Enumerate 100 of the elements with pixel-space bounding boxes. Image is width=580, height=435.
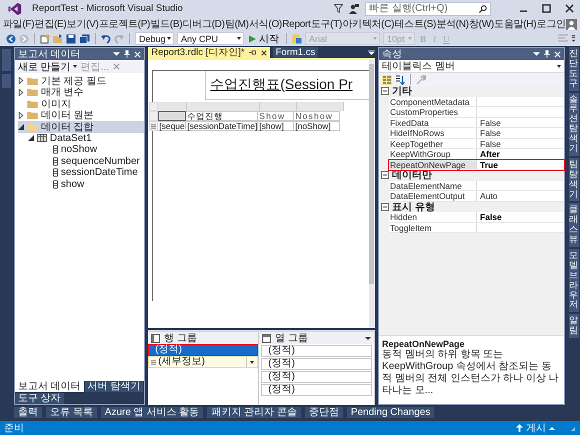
scrollbar[interactable]	[369, 60, 376, 328]
collapse-icon[interactable]	[381, 171, 390, 180]
menu-item[interactable]: 테스트(S)	[394, 17, 436, 31]
dropdown-icon[interactable]	[113, 52, 120, 56]
side-tab[interactable]: 진단 도구	[568, 47, 579, 91]
report-icon[interactable]	[292, 34, 302, 44]
tool-window-tab[interactable]: 출력	[14, 407, 42, 418]
open-folder-icon[interactable]	[53, 34, 63, 44]
property-row[interactable]: FixedData False	[389, 118, 564, 128]
collapse-icon[interactable]	[18, 124, 24, 130]
collapse-icon[interactable]	[381, 202, 390, 211]
property-value[interactable]: True	[480, 160, 498, 170]
property-row[interactable]: ComponentMetadata	[389, 96, 564, 107]
dropdown-icon[interactable]	[365, 336, 372, 340]
property-value[interactable]: Auto	[480, 191, 498, 201]
menu-item[interactable]: 아키텍처(C)	[342, 17, 394, 31]
property-row[interactable]: ToggleItem	[389, 222, 564, 233]
menu-item[interactable]: 프로젝트(P)	[98, 17, 150, 31]
property-value[interactable]: After	[480, 149, 500, 159]
account-icon[interactable]	[566, 18, 577, 30]
tree-item[interactable]: noShow	[44, 144, 144, 156]
platform-dropdown[interactable]: Any CPU	[177, 32, 244, 45]
row-handle[interactable]	[149, 121, 158, 131]
menu-item[interactable]: 도구(T)	[310, 17, 342, 31]
expand-icon[interactable]	[18, 112, 24, 119]
column-handle[interactable]	[158, 102, 188, 111]
side-tab[interactable]: 솔루션 탐색기	[568, 92, 579, 156]
group-item[interactable]: (정적)	[261, 358, 372, 370]
panel-tab[interactable]: 도구 상자	[14, 393, 64, 404]
feedback-icon[interactable]	[349, 4, 359, 14]
side-tab[interactable]: 모델 브라우저	[568, 249, 579, 312]
property-value[interactable]: False	[480, 212, 502, 222]
publish-button[interactable]: 게시	[516, 421, 555, 435]
save-all-icon[interactable]	[79, 34, 90, 44]
new-project-icon[interactable]	[40, 34, 50, 44]
row-handle[interactable]	[149, 111, 158, 121]
tool-window-tab[interactable]: Azure 앱 서비스 활동	[100, 407, 204, 418]
menu-item[interactable]: 분석(N)	[436, 17, 469, 31]
pin-icon[interactable]	[544, 50, 550, 58]
table-cell[interactable]: Show	[258, 111, 294, 121]
menu-item[interactable]: 서식(O)	[249, 17, 282, 31]
menu-item[interactable]: 보기(V)	[66, 17, 99, 31]
side-tab[interactable]: 팀 탐색기	[568, 158, 579, 202]
table-cell[interactable]: [noShow]	[294, 121, 340, 131]
back-icon[interactable]	[6, 34, 16, 44]
tree-item[interactable]: sessionDateTime	[44, 167, 144, 178]
tree-item[interactable]: 매개 변수	[18, 86, 144, 98]
close-icon[interactable]	[260, 50, 267, 56]
property-row[interactable]: CustomProperties	[389, 107, 564, 118]
menu-item[interactable]: 편집(E)	[34, 17, 66, 31]
pin-icon[interactable]	[248, 50, 257, 55]
tree-item[interactable]: show	[44, 178, 144, 190]
dropdown-icon[interactable]	[533, 52, 540, 56]
sort-icon[interactable]	[395, 74, 406, 84]
table-cell[interactable]: Noshow	[294, 111, 340, 121]
column-handle[interactable]	[187, 102, 260, 111]
side-tab[interactable]: 알림	[568, 314, 579, 338]
property-row[interactable]: KeepWithGroup After	[389, 149, 564, 160]
side-tab[interactable]: 클래스 뷰	[568, 203, 579, 248]
overflow-icon[interactable]	[368, 50, 376, 55]
property-value[interactable]: False	[480, 128, 501, 138]
start-button[interactable]: 시작	[247, 32, 281, 46]
new-button[interactable]: 새로 만들기	[18, 60, 77, 74]
property-row[interactable]: DataElementOutput Auto	[389, 191, 564, 202]
delete-icon[interactable]	[113, 63, 120, 70]
group-item[interactable]: (정적)	[261, 384, 372, 396]
tree-item[interactable]: DataSet1	[28, 132, 144, 144]
expand-icon[interactable]	[18, 77, 24, 84]
menu-item[interactable]: Report	[282, 18, 310, 30]
tree-item[interactable]: 이미지	[18, 98, 144, 110]
collapse-icon[interactable]	[28, 135, 34, 142]
corner-handle[interactable]	[149, 102, 158, 111]
close-icon[interactable]	[565, 4, 574, 13]
save-icon[interactable]	[66, 34, 76, 44]
property-row[interactable]: HideIfNoRows False	[389, 128, 564, 138]
categorized-icon[interactable]	[382, 74, 392, 84]
group-dropdown[interactable]: (세부정보)	[148, 356, 258, 368]
collapse-icon[interactable]	[381, 87, 390, 96]
tool-window-tab[interactable]: 패키지 관리자 콘솔	[207, 407, 301, 418]
filter-icon[interactable]	[334, 4, 343, 13]
property-row[interactable]: Hidden False	[389, 212, 564, 222]
panel-tab[interactable]: 서버 탐색기	[84, 381, 144, 392]
tool-window-tab[interactable]: 중단점	[304, 407, 343, 418]
expand-icon[interactable]	[18, 88, 24, 96]
tool-window-tab[interactable]: Pending Changes	[346, 407, 434, 418]
property-row[interactable]: DataElementName	[389, 180, 564, 191]
column-handle[interactable]	[297, 102, 344, 111]
table-cell[interactable]: [sessionDateTime]	[186, 121, 258, 131]
menu-item[interactable]: 빌드(B)	[150, 17, 182, 31]
panel-tab[interactable]: 보고서 데이터	[14, 381, 84, 392]
table-cell[interactable]: [seque	[158, 121, 186, 131]
table-cell[interactable]: 수업진행	[186, 111, 258, 121]
table-cell[interactable]	[158, 111, 186, 121]
tree-item[interactable]: 데이터 원본	[18, 110, 144, 121]
group-item[interactable]: (정적)	[261, 371, 372, 383]
menu-item[interactable]: 팀(M)	[224, 17, 249, 31]
menu-item[interactable]: 창(W)	[468, 17, 494, 31]
quick-launch-field[interactable]: 빠른 실행(Ctrl+Q)	[365, 2, 491, 16]
report-title[interactable]: 수업진행표(Session Pr	[206, 76, 353, 94]
menu-item[interactable]: 디버그(D)	[182, 17, 225, 31]
